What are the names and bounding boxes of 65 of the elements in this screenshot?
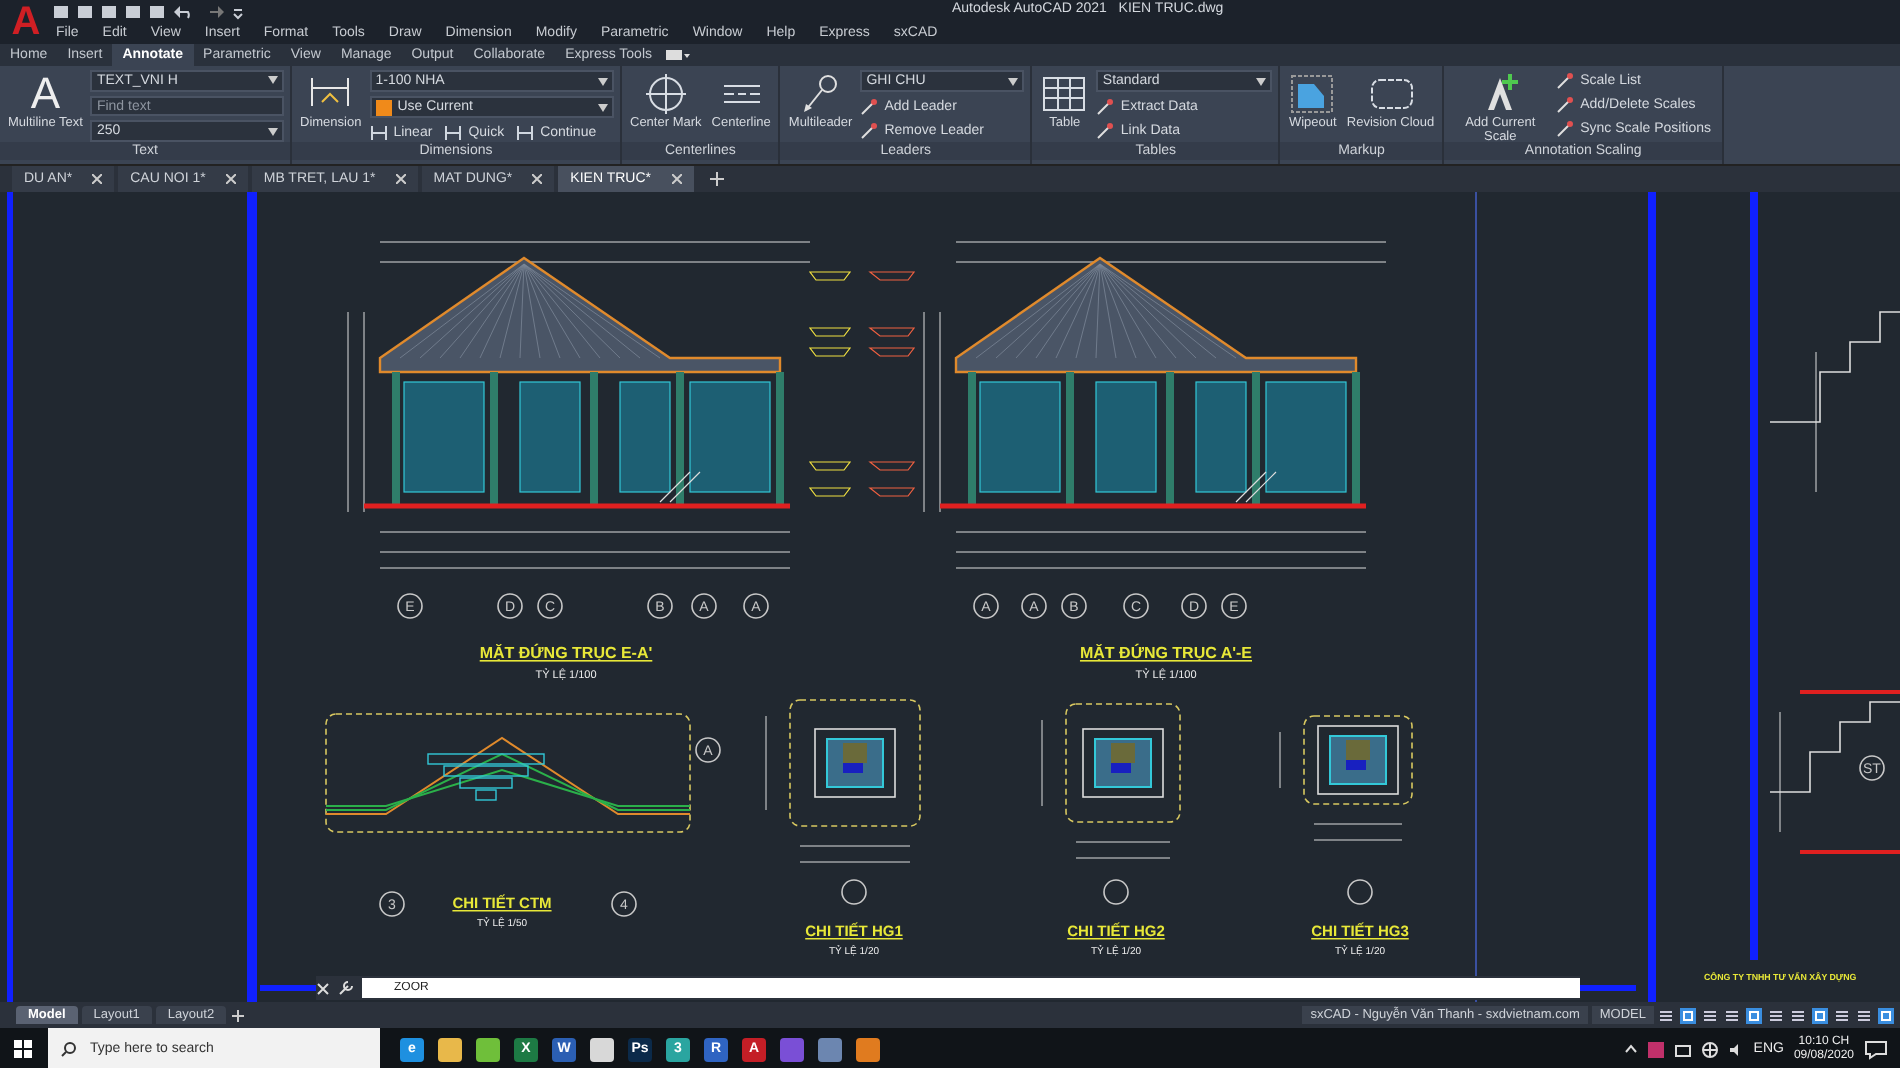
close-icon[interactable] xyxy=(395,174,406,184)
view-title: MẶT ĐỨNG TRỤC A'-E xyxy=(1080,644,1252,662)
add-layout-icon[interactable] xyxy=(230,1007,247,1023)
detail-section-drawing xyxy=(1279,715,1413,841)
close-icon[interactable] xyxy=(671,174,681,184)
search-icon xyxy=(60,1041,76,1057)
axis-circle xyxy=(497,593,523,619)
axis-circle xyxy=(695,737,721,763)
axis-circle xyxy=(1021,593,1047,619)
axis-circle xyxy=(1123,593,1149,619)
axis-circle xyxy=(1221,593,1247,619)
caret-icon[interactable] xyxy=(268,127,279,136)
close-icon[interactable] xyxy=(316,981,330,995)
undo-icon[interactable] xyxy=(172,3,196,19)
taskbar-app-icon[interactable] xyxy=(438,1037,462,1061)
taskbar-app-icon[interactable] xyxy=(856,1037,880,1061)
tray-app-icon[interactable] xyxy=(1647,1041,1664,1057)
axis-circle xyxy=(1181,593,1207,619)
speaker-icon[interactable] xyxy=(1727,1041,1744,1057)
close-icon[interactable] xyxy=(532,174,543,184)
caret-icon[interactable] xyxy=(598,77,608,85)
caret-icon[interactable] xyxy=(598,103,608,111)
axis-circle xyxy=(611,891,637,917)
dimension-line-icon xyxy=(369,123,388,141)
ribbon-tool-icon xyxy=(1556,119,1575,137)
axis-circle xyxy=(1347,879,1373,905)
customize-caret-icon[interactable] xyxy=(232,3,244,19)
axis-circle xyxy=(397,593,423,619)
taskbar-app-icon[interactable] xyxy=(590,1037,614,1061)
axis-circle xyxy=(1103,879,1129,905)
wipeout-icon[interactable] xyxy=(1288,72,1337,116)
add-tab-icon[interactable] xyxy=(709,172,723,186)
dimension-line-icon xyxy=(516,123,535,141)
ribbon-tool-icon xyxy=(1556,95,1575,113)
close-icon[interactable] xyxy=(92,174,103,184)
caret-icon[interactable] xyxy=(1256,77,1267,85)
view-toggle-icon[interactable] xyxy=(662,44,691,66)
globe-icon[interactable] xyxy=(1701,1041,1718,1057)
ribbon-tool-icon xyxy=(1096,97,1115,115)
ribbon-tool-icon xyxy=(1556,71,1575,89)
wrench-icon[interactable] xyxy=(338,980,354,996)
center-mark-icon[interactable] xyxy=(641,72,690,116)
caret-icon[interactable] xyxy=(268,76,279,85)
notification-icon[interactable] xyxy=(1864,1039,1888,1059)
text-tool-icon[interactable]: A xyxy=(30,72,61,116)
axis-circle xyxy=(537,593,563,619)
taskbar-app-icon[interactable] xyxy=(476,1037,500,1061)
axis-circle xyxy=(743,593,769,619)
axis-circle xyxy=(1859,755,1885,781)
table-icon[interactable] xyxy=(1040,72,1089,116)
caret-icon[interactable] xyxy=(1008,77,1019,85)
ribbon-tool-icon xyxy=(860,121,879,139)
ribbon-tool-icon xyxy=(860,97,879,115)
close-icon[interactable] xyxy=(225,174,236,184)
view-title: MẶT ĐỨNG TRỤC E-A' xyxy=(479,644,653,662)
axis-circle xyxy=(379,891,405,917)
axis-circle xyxy=(1061,593,1087,619)
layer-color-icon xyxy=(375,99,392,115)
axis-circle xyxy=(647,593,673,619)
axis-circle xyxy=(691,593,717,619)
ribbon-tool-icon xyxy=(1096,121,1115,139)
chevron-up-icon[interactable] xyxy=(1623,1044,1638,1054)
dimension-line-icon xyxy=(444,123,463,141)
axis-circle xyxy=(973,593,999,619)
axis-circle xyxy=(841,879,867,905)
